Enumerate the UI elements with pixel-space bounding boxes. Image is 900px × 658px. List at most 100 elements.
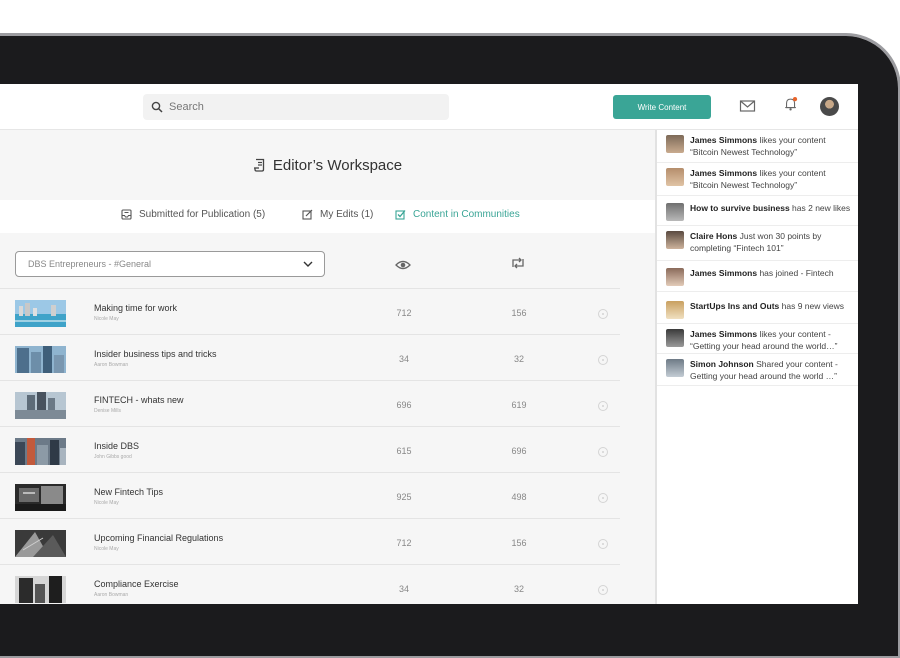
notification-avatar (666, 359, 684, 377)
content-list: Making time for work Nicole May 712 156 … (0, 288, 620, 604)
notification-text: Shared your content - (753, 359, 838, 369)
list-item[interactable]: Insider business tips and tricks Aaron B… (0, 334, 620, 380)
content-author: Denise Mills (94, 408, 121, 414)
views-count: 615 (396, 446, 412, 456)
tab-submitted-label: Submitted for Publication (5) (139, 209, 266, 220)
content-title[interactable]: Making time for work (94, 303, 177, 313)
notification-detail: “Bitcoin Newest Technology” (690, 179, 798, 190)
notification-item[interactable]: James Simmons likes your content “Bitcoin… (657, 130, 858, 163)
list-item[interactable]: Making time for work Nicole May 712 156 (0, 288, 620, 334)
list-item[interactable]: New Fintech Tips Nicole May 925 498 (0, 472, 620, 518)
content-author: Aaron Bowman (94, 362, 129, 368)
thumbnail-city-image (15, 438, 66, 465)
notifications-panel: James Simmons likes your content “Bitcoin… (655, 130, 858, 604)
shares-count: 32 (513, 584, 524, 594)
notification-detail: completing “Fintech 101” (690, 242, 784, 253)
notification-text: likes your content (757, 135, 826, 145)
notification-subject[interactable]: Claire Hons (690, 231, 737, 241)
content-title[interactable]: Compliance Exercise (94, 579, 179, 589)
document-icon (253, 158, 265, 172)
shares-count: 32 (513, 354, 524, 364)
eye-icon (395, 260, 411, 270)
notification-text: likes your content (757, 168, 826, 178)
tab-content-in-communities-label: Content in Communities (413, 209, 520, 220)
chevron-down-icon (303, 261, 313, 267)
notification-avatar (666, 301, 684, 319)
notification-subject[interactable]: Simon Johnson (690, 359, 754, 369)
notification-subject[interactable]: James Simmons (690, 268, 757, 278)
tab-my-edits[interactable]: My Edits (1) (302, 209, 373, 220)
list-item[interactable]: FINTECH - whats new Denise Mills 696 619 (0, 380, 620, 426)
notification-text: likes your content - (757, 329, 831, 339)
notification-text: Just won 30 points by (737, 231, 822, 241)
notification-item[interactable]: James Simmons likes your content - “Getti… (657, 324, 858, 354)
content-author: Nicole May (94, 316, 119, 322)
shares-count: 498 (511, 492, 527, 502)
app-screen: Search Write Content Editor’s Workspace … (0, 84, 858, 604)
thumbnail-towers-image (15, 346, 66, 373)
tab-content-in-communities[interactable]: Content in Communities (395, 209, 520, 220)
community-select[interactable]: DBS Entrepreneurs - #General (15, 251, 325, 277)
content-title[interactable]: Insider business tips and tricks (94, 349, 217, 359)
views-count: 712 (396, 308, 412, 318)
notification-item[interactable]: James Simmons has joined - Fintech (657, 261, 858, 292)
page-title: Editor’s Workspace (0, 130, 655, 200)
shares-count: 156 (511, 538, 527, 548)
workspace-tabs: Submitted for Publication (5) My Edits (… (0, 200, 655, 233)
main-content: Editor’s Workspace Submitted for Publica… (0, 130, 655, 604)
user-avatar[interactable] (820, 97, 839, 116)
shares-count: 696 (511, 446, 527, 456)
more-options-icon[interactable] (598, 401, 608, 411)
notification-detail: “Getting your head around the world…” (690, 340, 838, 351)
tab-my-edits-label: My Edits (1) (320, 209, 374, 220)
content-title[interactable]: Upcoming Financial Regulations (94, 533, 223, 543)
notification-subject[interactable]: James Simmons (690, 329, 757, 339)
notification-item[interactable]: StartUps Ins and Outs has 9 new views (657, 292, 858, 324)
content-title[interactable]: New Fintech Tips (94, 487, 163, 497)
notification-detail: “Bitcoin Newest Technology” (690, 146, 798, 157)
notification-item[interactable]: Claire Hons Just won 30 points by complet… (657, 226, 858, 261)
search-input[interactable]: Search (143, 94, 449, 120)
list-item[interactable]: Compliance Exercise Aaron Bowman 34 32 (0, 564, 620, 604)
community-select-value: DBS Entrepreneurs - #General (28, 259, 152, 269)
search-icon (151, 101, 163, 113)
more-options-icon[interactable] (598, 539, 608, 549)
notification-subject[interactable]: StartUps Ins and Outs (690, 301, 779, 311)
tab-submitted[interactable]: Submitted for Publication (5) (121, 209, 265, 220)
list-item[interactable]: Inside DBS John Gibbs good 615 696 (0, 426, 620, 472)
notification-item[interactable]: Simon Johnson Shared your content - Getti… (657, 354, 858, 386)
notification-item[interactable]: How to survive business has 2 new likes (657, 196, 858, 226)
content-author: John Gibbs good (94, 454, 132, 460)
thumbnail-office-image (15, 484, 66, 511)
notification-avatar (666, 268, 684, 286)
notification-subject[interactable]: James Simmons (690, 168, 757, 178)
thumbnail-skyscraper-image (15, 392, 66, 419)
edit-icon (302, 209, 313, 220)
thumbnail-dark-tower-image (15, 576, 66, 603)
notification-dot (792, 96, 798, 102)
mail-icon[interactable] (739, 98, 757, 114)
notification-avatar (666, 231, 684, 249)
notification-avatar (666, 203, 684, 221)
notification-subject[interactable]: How to survive business (690, 203, 790, 213)
more-options-icon[interactable] (598, 493, 608, 503)
notification-item[interactable]: James Simmons likes your content “Bitcoin… (657, 163, 858, 196)
content-author: Nicole May (94, 546, 119, 552)
write-content-button[interactable]: Write Content (613, 95, 711, 119)
bell-icon[interactable] (782, 96, 800, 112)
notification-avatar (666, 135, 684, 153)
shares-count: 156 (511, 308, 527, 318)
content-title[interactable]: FINTECH - whats new (94, 395, 184, 405)
list-item[interactable]: Upcoming Financial Regulations Nicole Ma… (0, 518, 620, 564)
notification-text: has 2 new likes (789, 203, 851, 213)
more-options-icon[interactable] (598, 355, 608, 365)
more-options-icon[interactable] (598, 447, 608, 457)
notification-text: has joined - Fintech (757, 268, 834, 278)
inbox-icon (121, 209, 132, 220)
more-options-icon[interactable] (598, 309, 608, 319)
content-author: Nicole May (94, 500, 119, 506)
notification-subject[interactable]: James Simmons (690, 135, 757, 145)
views-count: 34 (398, 354, 409, 364)
more-options-icon[interactable] (598, 585, 608, 595)
content-title[interactable]: Inside DBS (94, 441, 139, 451)
